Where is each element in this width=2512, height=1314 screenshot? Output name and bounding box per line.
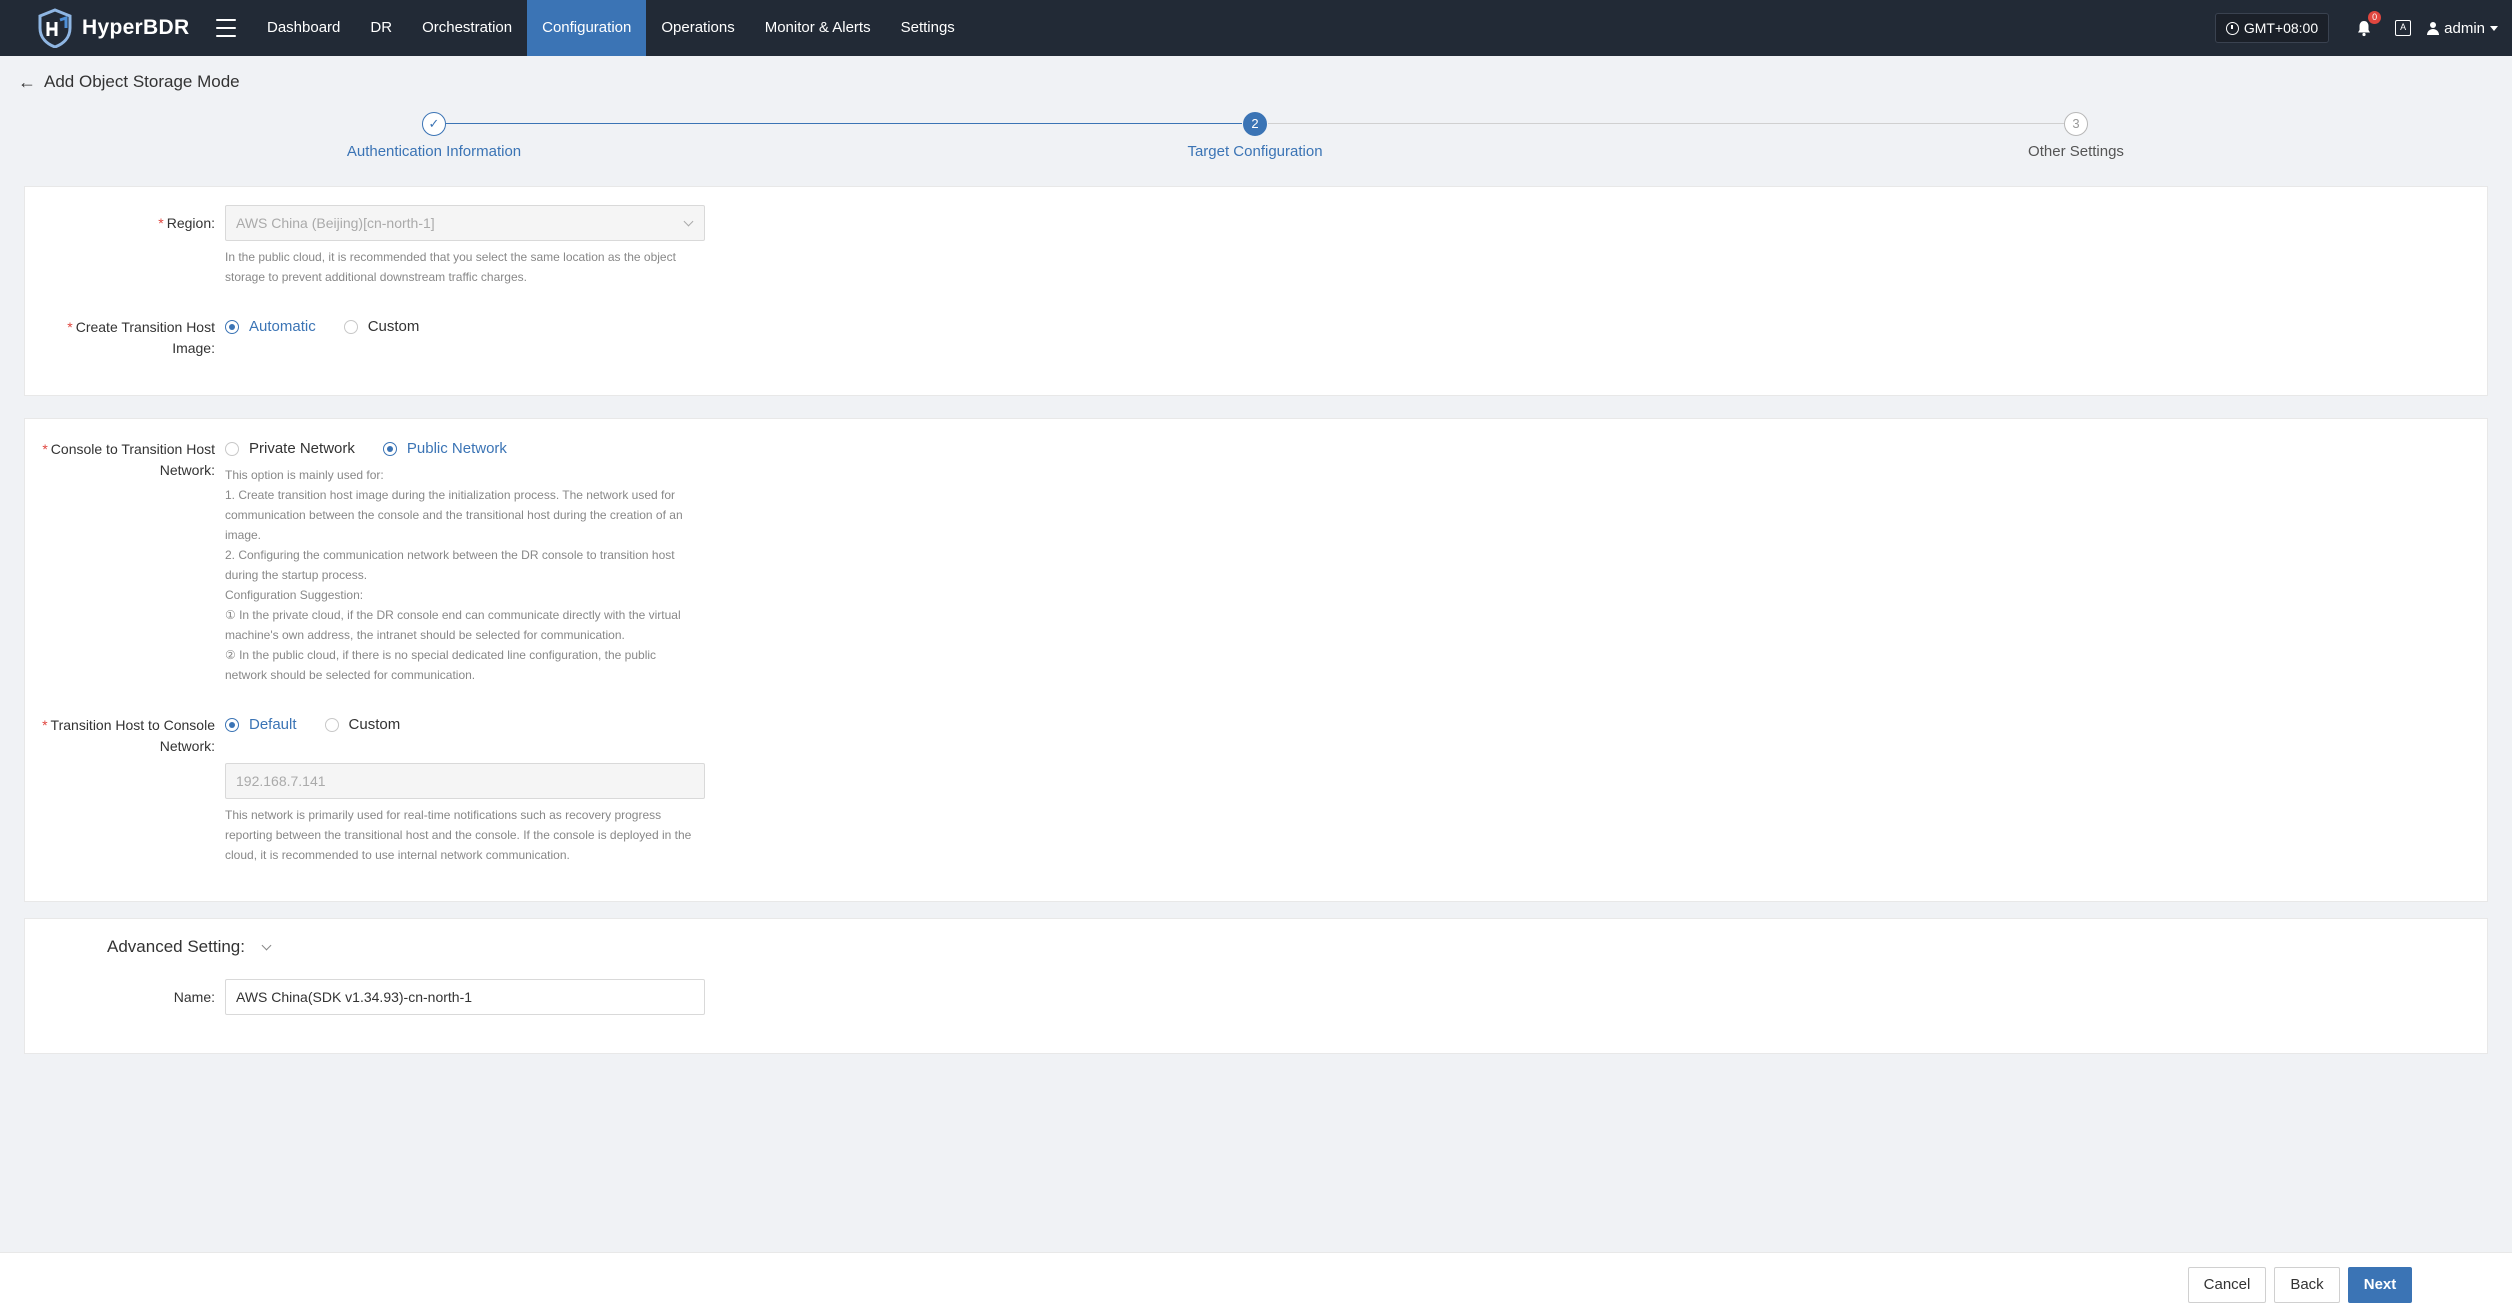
console-network-label: * Console to Transition Host Network: [42,441,215,478]
radio-custom-network[interactable]: Custom [324,716,400,733]
advanced-setting-toggle[interactable]: Advanced Setting: [107,937,272,957]
app-name: HyperBDR [82,16,190,39]
nav-item-dashboard[interactable]: Dashboard [252,0,355,56]
step-2-circle: 2 [1243,112,1267,136]
radio-default[interactable]: Default [225,716,297,733]
radio-dot [382,441,397,456]
nav-item-configuration[interactable]: Configuration [527,0,647,56]
step-1-label: Authentication Information [346,143,522,160]
advanced-card: Advanced Setting: Name: AWS China(SDK v1… [24,918,2488,1054]
console-network-help: This option is mainly used for: 1. Creat… [225,468,683,682]
step-3-circle: 3 [2064,112,2088,136]
wizard-steps: ✓ Authentication Information 2 Target Co… [0,110,2512,170]
shield-logo-icon [38,8,72,48]
name-label: Name: [173,989,215,1005]
radio-custom-image[interactable]: Custom [343,318,419,335]
nav-item-settings[interactable]: Settings [886,0,970,56]
host-to-console-help: This network is primarily used for real-… [225,808,692,862]
region-value: AWS China (Beijing)[cn-north-1] [236,215,435,231]
page-header[interactable]: ← Add Object Storage Mode [18,72,240,92]
app-logo[interactable]: HyperBDR [36,8,196,48]
footer-bar: Cancel Back Next [0,1252,2512,1314]
host-to-console-label: * Transition Host to Console Network: [42,717,215,754]
step-2-label: Target Configuration [1187,143,1323,160]
chevron-down-icon [683,216,694,227]
radio-dot [225,717,239,732]
name-input[interactable]: AWS China(SDK v1.34.93)-cn-north-1 [225,979,705,1015]
advanced-setting-title: Advanced Setting: [107,937,245,956]
menu-toggle-icon[interactable] [216,19,236,37]
timezone-label: GMT+08:00 [2243,20,2319,36]
nav-item-orchestration[interactable]: Orchestration [407,0,527,56]
console-ip-input[interactable]: 192.168.7.141 [225,763,705,799]
chevron-down-icon [261,940,272,950]
radio-dot [225,319,239,334]
step-1-check-icon: ✓ [422,112,446,136]
network-card: * Console to Transition Host Network: Pri… [24,418,2488,902]
region-help: In the public cloud, it is recommended t… [225,250,676,284]
region-select[interactable]: AWS China (Beijing)[cn-north-1] [225,205,705,241]
top-navbar: HyperBDR Dashboard DR Orchestration Conf… [0,0,2512,56]
next-button[interactable]: Next [2348,1267,2412,1303]
user-menu[interactable]: admin [2427,20,2498,37]
nav-item-dr[interactable]: DR [355,0,407,56]
step-connector-2 [1268,123,2064,124]
radio-private-network[interactable]: Private Network [225,440,355,457]
main-nav: Dashboard DR Orchestration Configuration… [252,0,970,56]
transition-image-label: * Create Transition Host Image: [67,319,215,356]
host-to-console-radios: Default Custom [225,716,428,733]
transition-image-radios: Automatic Custom [225,318,447,335]
radio-dot [225,441,239,456]
page-title: Add Object Storage Mode [44,72,240,91]
topbar-right: GMT+08:00 0 A admin [2214,0,2512,56]
radio-public-network[interactable]: Public Network [382,440,507,457]
nav-item-monitor-alerts[interactable]: Monitor & Alerts [750,0,886,56]
step-connector-1 [446,123,1242,124]
notifications-button[interactable]: 0 [2355,11,2382,37]
caret-down-icon [2490,25,2498,31]
clock-icon [2225,21,2239,35]
target-card: * Region: AWS China (Beijing)[cn-north-1]… [24,186,2488,396]
username: admin [2444,19,2485,37]
step-3-label: Other Settings [2028,143,2124,160]
region-label: * Region: [158,215,215,231]
cancel-button[interactable]: Cancel [2188,1267,2266,1303]
language-icon[interactable]: A [2395,20,2412,36]
timezone-button[interactable]: GMT+08:00 [2214,13,2330,43]
back-arrow-icon[interactable]: ← [18,73,36,91]
radio-dot [343,319,358,334]
radio-automatic[interactable]: Automatic [225,318,316,335]
radio-dot [324,717,339,732]
user-icon [2427,21,2440,35]
notification-badge: 0 [2368,11,2382,24]
console-network-radios: Private Network Public Network [225,440,535,457]
nav-item-operations[interactable]: Operations [646,0,749,56]
back-button[interactable]: Back [2274,1267,2340,1303]
